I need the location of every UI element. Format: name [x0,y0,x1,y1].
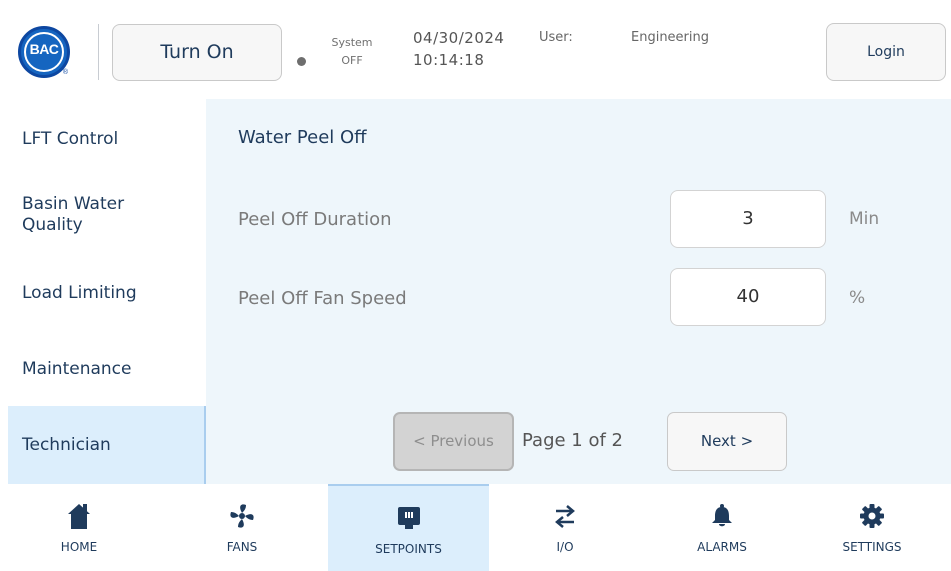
nav-io[interactable]: I/O [486,484,644,571]
nav-label: SETPOINTS [375,542,442,556]
bottom-nav: HOME FANS SETPOINTS I/O ALARMS SETTINGS [0,484,951,571]
sidebar-item-load-limiting[interactable]: Load Limiting [8,275,206,311]
user-value: Engineering [631,30,709,45]
login-button[interactable]: Login [826,23,946,81]
fan-icon [163,502,321,530]
header-divider [98,24,99,80]
nav-settings[interactable]: SETTINGS [793,484,951,571]
system-status-label: System OFF [320,34,384,70]
sidebar-item-label: Basin Water Quality [22,194,125,235]
nav-label: FANS [226,540,258,554]
nav-setpoints[interactable]: SETPOINTS [328,484,489,571]
setpoints-icon [328,504,489,532]
system-status-indicator [297,57,306,66]
home-icon [0,502,158,530]
system-label: System [331,36,373,49]
setpoints-panel: Water Peel Off Peel Off Duration 3 Min P… [206,99,951,484]
next-page-button[interactable]: Next > [667,412,787,471]
system-status-value: OFF [341,54,363,67]
peel-off-duration-input[interactable]: 3 [670,190,826,248]
gear-icon [793,502,951,530]
nav-label: I/O [556,540,574,554]
user-label: User: [539,30,573,45]
peel-off-fan-speed-input[interactable]: 40 [670,268,826,326]
sidebar-item-label: Load Limiting [22,282,137,303]
sidebar-item-maintenance[interactable]: Maintenance [8,351,206,387]
nav-fans[interactable]: FANS [163,484,321,571]
turn-on-button[interactable]: Turn On [112,24,282,81]
section-title: Water Peel Off [238,127,367,148]
page-indicator: Page 1 of 2 [522,430,623,451]
sidebar-item-technician[interactable]: Technician [8,406,206,484]
peel-off-fan-speed-label: Peel Off Fan Speed [238,288,407,309]
nav-alarms[interactable]: ALARMS [643,484,801,571]
io-arrows-icon [486,502,644,530]
peel-off-duration-unit: Min [849,209,880,229]
logo-text: BAC [29,41,59,57]
sidebar-item-label: Maintenance [22,358,132,379]
current-date: 04/30/2024 [413,29,505,47]
date-time: 04/30/2024 10:14:18 [413,27,504,71]
sidebar-item-basin-water-quality[interactable]: Basin Water Quality [8,191,178,239]
nav-label: SETTINGS [842,540,902,554]
nav-label: HOME [60,540,98,554]
nav-home[interactable]: HOME [0,484,158,571]
sidebar: LFT Control Basin Water Quality Load Lim… [0,99,206,484]
nav-label: ALARMS [697,540,747,554]
previous-page-button[interactable]: < Previous [393,412,514,471]
bac-logo: BAC ® [18,26,70,78]
sidebar-item-label: Technician [22,434,111,455]
sidebar-item-label: LFT Control [22,128,119,149]
current-time: 10:14:18 [413,51,485,69]
header-bar: BAC ® Turn On System OFF 04/30/2024 10:1… [0,0,951,99]
bell-icon [643,502,801,530]
registered-mark: ® [62,69,68,76]
peel-off-fan-speed-unit: % [849,288,866,308]
peel-off-duration-label: Peel Off Duration [238,209,392,230]
sidebar-item-lft-control[interactable]: LFT Control [8,121,206,157]
